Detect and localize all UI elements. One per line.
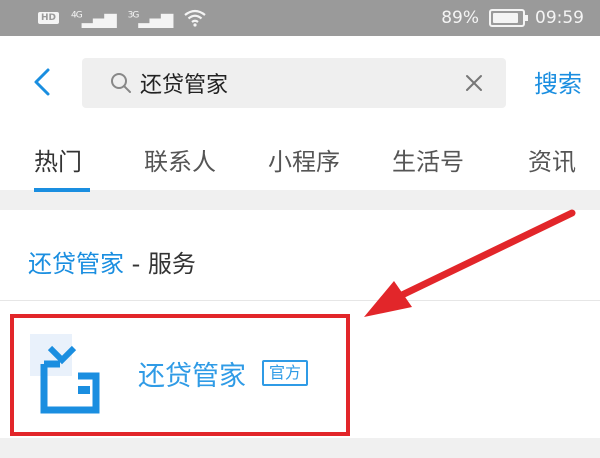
hd-badge: HD	[38, 12, 60, 24]
search-input[interactable]	[140, 58, 470, 108]
battery-percent: 89%	[441, 8, 479, 28]
battery-icon	[489, 9, 528, 27]
search-icon	[111, 73, 131, 93]
tab-bar: 热门 联系人 小程序 生活号 资讯	[0, 138, 600, 192]
signal-icon-1: 4G▂▄▆	[71, 8, 117, 28]
section-title-keyword: 还贷管家	[28, 250, 124, 278]
search-box[interactable]	[82, 58, 506, 108]
signal-generation-1: 4G	[71, 10, 83, 21]
battery-fill	[493, 13, 518, 23]
search-button[interactable]: 搜索	[534, 64, 582, 99]
active-tab-indicator	[34, 188, 90, 192]
search-header: 搜索 热门 联系人 小程序 生活号 资讯	[0, 36, 600, 192]
status-time: 09:59	[535, 8, 584, 28]
tab-mini-programs[interactable]: 小程序	[268, 142, 340, 177]
tab-hot[interactable]: 热门	[34, 142, 82, 177]
chevron-left-icon[interactable]	[30, 64, 54, 100]
status-left: HD 4G▂▄▆ 3G▂▄▆	[38, 9, 206, 28]
result-item-service[interactable]: 还贷管家 官方	[10, 314, 350, 436]
highlight-frame	[10, 314, 350, 436]
tab-life-accounts[interactable]: 生活号	[392, 142, 464, 177]
wifi-icon	[184, 9, 206, 27]
section-title: 还贷管家 - 服务	[28, 244, 196, 279]
status-bar: HD 4G▂▄▆ 3G▂▄▆ 89% 09:59	[0, 0, 600, 36]
signal-generation-2: 3G	[127, 10, 140, 21]
tab-news[interactable]: 资讯	[528, 142, 576, 177]
red-arrow-icon	[364, 209, 576, 317]
signal-icon-2: 3G▂▄▆	[127, 8, 174, 28]
status-right: 89% 09:59	[441, 8, 584, 28]
tab-contacts[interactable]: 联系人	[144, 142, 216, 177]
close-icon[interactable]	[464, 73, 484, 93]
section-title-suffix: - 服务	[124, 250, 196, 278]
